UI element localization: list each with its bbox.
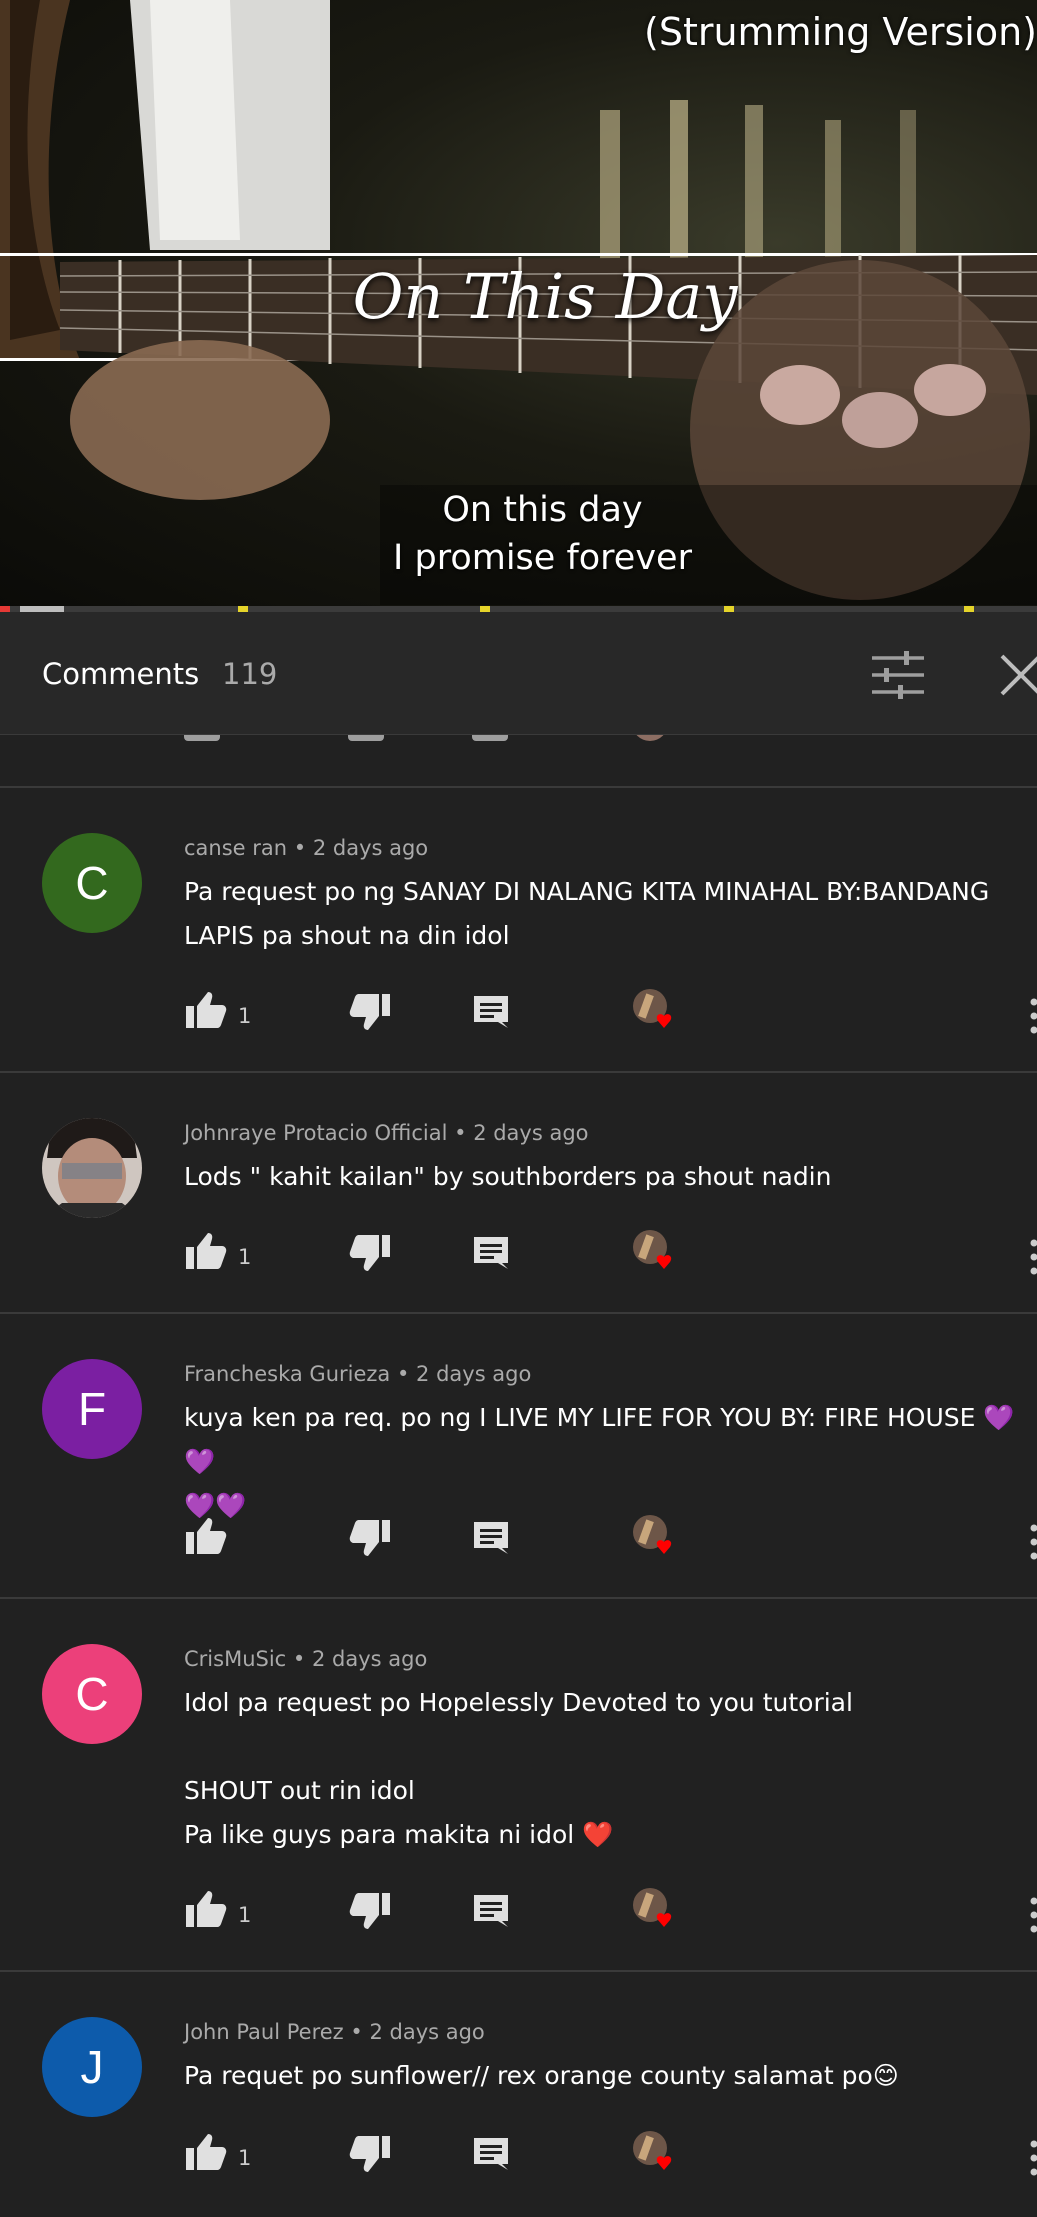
video-title-overlay: (Strumming Version)	[644, 10, 1037, 54]
avatar-initial: J	[81, 2041, 104, 2093]
creator-heart-icon	[632, 2130, 678, 2180]
video-script-title: On This Day	[0, 260, 1037, 333]
comment-time: 2 days ago	[369, 2020, 484, 2044]
avatar-photo	[42, 1118, 142, 1218]
comment-meta: Johnraye Protacio Official • 2 days ago	[184, 1121, 589, 1145]
previous-comment-actions	[184, 735, 1037, 749]
like-count: 1	[238, 1245, 251, 1269]
like-count: 1	[238, 1903, 251, 1927]
comment-actions: 1	[184, 2132, 1037, 2182]
avatar-initial: F	[78, 1383, 106, 1435]
dislike-icon[interactable]	[348, 992, 392, 1036]
tune-icon[interactable]	[870, 650, 926, 700]
comment-meta: canse ran • 2 days ago	[184, 836, 428, 860]
like-icon[interactable]	[184, 1231, 228, 1275]
like-icon[interactable]	[184, 990, 228, 1034]
comment-time: 2 days ago	[416, 1362, 531, 1386]
more-icon[interactable]	[1029, 2138, 1037, 2182]
dislike-icon[interactable]	[348, 1891, 392, 1935]
caption-line-1: On this day	[0, 490, 1037, 530]
comment-item: J John Paul Perez • 2 days ago Pa requet…	[0, 1970, 1037, 2217]
comment-actions	[184, 1516, 1037, 1566]
comments-count: 119	[222, 657, 277, 691]
comment-time: 2 days ago	[313, 836, 428, 860]
avatar[interactable]: C	[42, 1644, 142, 1744]
comment-meta: CrisMuSic • 2 days ago	[184, 1647, 427, 1671]
comment-time: 2 days ago	[312, 1647, 427, 1671]
caption-line-2: I promise forever	[0, 538, 1037, 578]
dislike-icon[interactable]	[348, 2134, 392, 2178]
more-icon[interactable]	[1029, 1895, 1037, 1939]
more-icon[interactable]	[1029, 1522, 1037, 1566]
dislike-icon[interactable]	[348, 1518, 392, 1562]
comment-item: Johnraye Protacio Official • 2 days ago …	[0, 1071, 1037, 1313]
comment-actions: 1	[184, 990, 1037, 1040]
comments-title: Comments	[42, 657, 199, 691]
reply-icon[interactable]	[472, 1893, 510, 1933]
comment-item: F Francheska Gurieza • 2 days ago kuya k…	[0, 1312, 1037, 1598]
creator-heart-icon	[632, 1887, 678, 1937]
video-player[interactable]: (Strumming Version) On This Day On this …	[0, 0, 1037, 608]
like-icon[interactable]	[184, 1516, 228, 1560]
comment-text: Pa request po ng SANAY DI NALANG KITA MI…	[184, 870, 1034, 958]
avatar[interactable]: C	[42, 833, 142, 933]
avatar[interactable]	[42, 1118, 142, 1218]
avatar[interactable]: F	[42, 1359, 142, 1459]
comment-meta: Francheska Gurieza • 2 days ago	[184, 1362, 531, 1386]
comment-author[interactable]: Johnraye Protacio Official	[184, 1121, 447, 1145]
more-icon[interactable]	[1029, 1237, 1037, 1281]
like-count: 1	[238, 1004, 251, 1028]
more-icon[interactable]	[1029, 996, 1037, 1040]
close-icon[interactable]	[994, 648, 1037, 702]
avatar-initial: C	[75, 857, 108, 909]
reply-icon[interactable]	[472, 1520, 510, 1560]
like-count: 1	[238, 2146, 251, 2170]
creator-heart-icon	[632, 1229, 678, 1279]
comment-item: C CrisMuSic • 2 days ago Idol pa request…	[0, 1597, 1037, 1971]
like-icon[interactable]	[184, 1889, 228, 1933]
comment-author[interactable]: Francheska Gurieza	[184, 1362, 390, 1386]
comment-time: 2 days ago	[473, 1121, 588, 1145]
comment-author[interactable]: canse ran	[184, 836, 287, 860]
avatar[interactable]: J	[42, 2017, 142, 2117]
dislike-icon[interactable]	[348, 1233, 392, 1277]
reply-icon[interactable]	[472, 994, 510, 1034]
comment-text: kuya ken pa req. po ng I LIVE MY LIFE FO…	[184, 1396, 1034, 1528]
comment-text: Lods " kahit kailan" by southborders pa …	[184, 1155, 1034, 1199]
avatar-initial: C	[75, 1668, 108, 1720]
comments-header: Comments 119	[0, 612, 1037, 735]
comment-text: Pa requet po sunflower// rex orange coun…	[184, 2054, 1034, 2098]
comment-item: C canse ran • 2 days ago Pa request po n…	[0, 786, 1037, 1072]
reply-icon[interactable]	[472, 2136, 510, 2176]
creator-heart-icon	[632, 988, 678, 1038]
creator-heart-icon	[632, 1514, 678, 1564]
comment-author[interactable]: CrisMuSic	[184, 1647, 286, 1671]
comment-author[interactable]: John Paul Perez	[184, 2020, 344, 2044]
comment-text: Idol pa request po Hopelessly Devoted to…	[184, 1681, 1034, 1857]
comment-meta: John Paul Perez • 2 days ago	[184, 2020, 485, 2044]
like-icon[interactable]	[184, 2132, 228, 2176]
reply-icon[interactable]	[472, 1235, 510, 1275]
comment-actions: 1	[184, 1231, 1037, 1281]
comment-actions: 1	[184, 1889, 1037, 1939]
